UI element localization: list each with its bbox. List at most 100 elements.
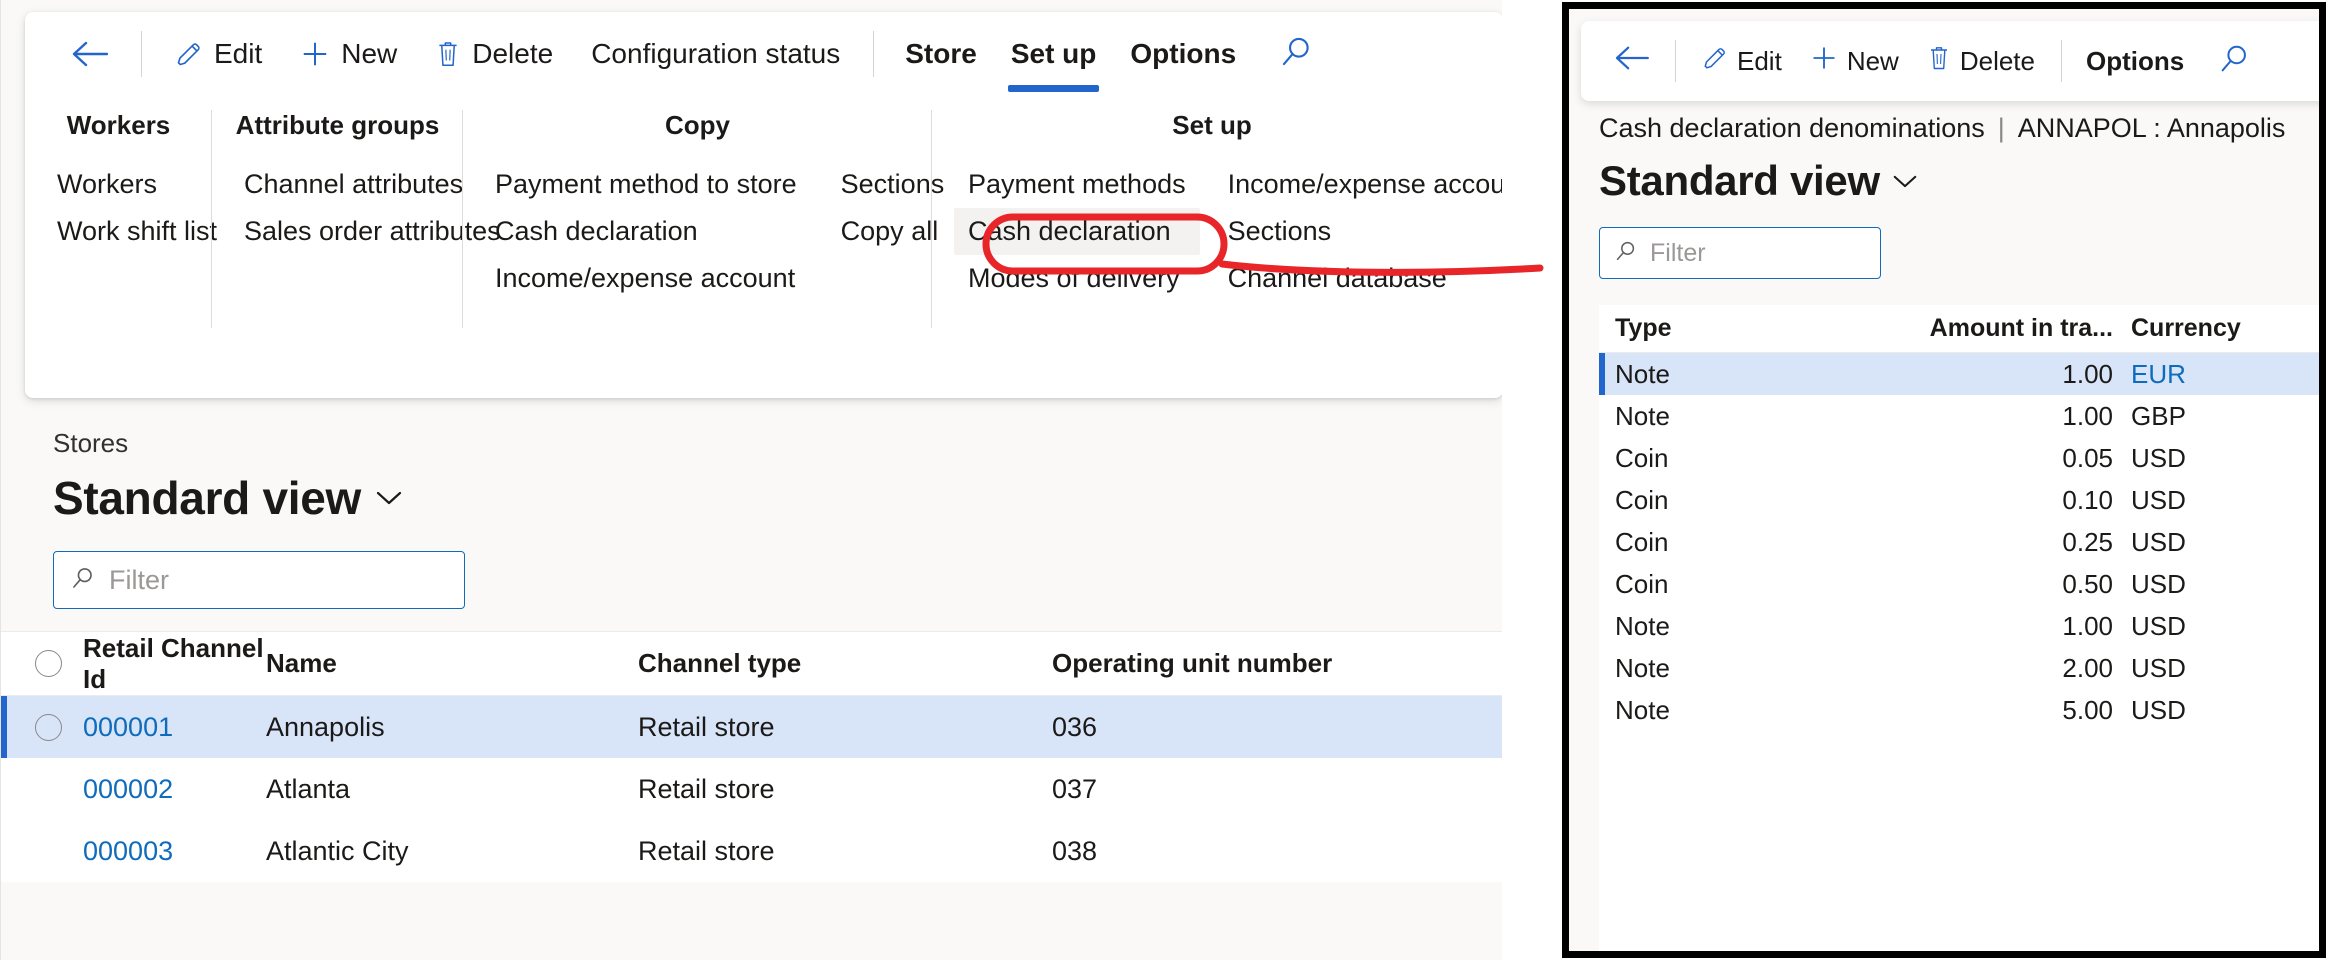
tab-options[interactable]: Options	[2074, 40, 2196, 83]
delete-button[interactable]: Delete	[1913, 38, 2049, 84]
table-row[interactable]: 000002 Atlanta Retail store 037	[1, 758, 1502, 820]
tab-set-up-label: Set up	[1011, 38, 1097, 70]
stores-filter-placeholder: Filter	[109, 565, 169, 596]
cell-currency: GBP	[2113, 401, 2273, 432]
back-button[interactable]	[51, 29, 127, 79]
edit-button[interactable]: Edit	[1688, 38, 1796, 84]
edit-label: Edit	[214, 38, 262, 70]
tab-set-up[interactable]: Set up	[994, 29, 1114, 79]
search-icon	[2218, 43, 2250, 80]
denominations-grid: Type Amount in tra... Currency Note 1.00…	[1599, 305, 2319, 951]
cell-amount: 1.00	[1897, 611, 2113, 642]
menu-item-income-expense-account[interactable]: Income/expense account	[1214, 161, 1502, 208]
stores-filter-input[interactable]: Filter	[53, 551, 465, 609]
cell-type: Coin	[1599, 485, 1897, 516]
toolbar-divider-2	[2061, 40, 2062, 82]
menu-item-copy-cash-declaration[interactable]: Cash declaration	[481, 208, 811, 255]
screenshot-root: Edit New Delete Configuration status	[0, 0, 2326, 960]
search-icon	[70, 565, 96, 596]
column-header-operating-unit-number[interactable]: Operating unit number	[1052, 648, 1352, 679]
table-row[interactable]: Coin 0.50 USD	[1599, 563, 2319, 605]
cell-channel-type: Retail store	[638, 774, 1052, 805]
table-row[interactable]: Coin 0.10 USD	[1599, 479, 2319, 521]
select-all-radio[interactable]	[1, 650, 83, 677]
plus-icon	[1810, 44, 1838, 79]
search-button[interactable]	[2218, 43, 2250, 80]
edit-button[interactable]: Edit	[156, 29, 281, 79]
cell-currency[interactable]: EUR	[2113, 359, 2273, 390]
menu-item-payment-methods[interactable]: Payment methods	[954, 161, 1200, 208]
pencil-icon	[1702, 45, 1728, 78]
delete-button[interactable]: Delete	[416, 29, 572, 79]
menu-item-channel-database[interactable]: Channel database	[1214, 255, 1502, 302]
radio-icon	[35, 714, 62, 741]
cell-retail-channel-id[interactable]: 000001	[83, 712, 266, 743]
table-row[interactable]: Note 1.00 GBP	[1599, 395, 2319, 437]
cell-name: Annapolis	[266, 712, 638, 743]
cell-channel-type: Retail store	[638, 712, 1052, 743]
cash-declaration-denominations-panel: Edit New Delete Options	[1562, 2, 2326, 958]
trash-icon	[435, 40, 461, 68]
table-row[interactable]: Note 1.00 EUR	[1599, 353, 2319, 395]
row-radio[interactable]	[1, 714, 83, 741]
stores-grid: Retail Channel Id Name Channel type Oper…	[1, 631, 1502, 882]
stores-view-selector[interactable]: Standard view	[1, 459, 1502, 525]
cell-name: Atlantic City	[266, 836, 638, 867]
cell-currency: USD	[2113, 695, 2273, 726]
cell-amount: 1.00	[1897, 401, 2113, 432]
cell-operating-unit-number: 036	[1052, 712, 1352, 743]
chevron-down-icon	[1892, 173, 1918, 190]
breadcrumb-page: Cash declaration denominations	[1599, 113, 1985, 143]
table-row[interactable]: Note 2.00 USD	[1599, 647, 2319, 689]
table-row[interactable]: 000001 Annapolis Retail store 036	[1, 696, 1502, 758]
table-row[interactable]: Coin 0.05 USD	[1599, 437, 2319, 479]
column-header-name[interactable]: Name	[266, 648, 638, 679]
cell-currency: USD	[2113, 527, 2273, 558]
cell-retail-channel-id[interactable]: 000003	[83, 836, 266, 867]
cell-currency: USD	[2113, 653, 2273, 684]
menu-group-set-up-title: Set up	[932, 110, 1492, 141]
breadcrumb: Cash declaration denominations|ANNAPOL :…	[1599, 113, 2285, 144]
menu-item-modes-of-delivery[interactable]: Modes of delivery	[954, 255, 1200, 302]
table-row[interactable]: Note 1.00 USD	[1599, 605, 2319, 647]
cell-type: Coin	[1599, 527, 1897, 558]
column-header-amount[interactable]: Amount in tra...	[1897, 314, 2113, 343]
right-filter-input[interactable]: Filter	[1599, 227, 1881, 279]
column-header-retail-channel-id[interactable]: Retail Channel Id	[83, 633, 266, 695]
cell-amount: 0.50	[1897, 569, 2113, 600]
menu-item-workers[interactable]: Workers	[43, 161, 231, 208]
configuration-status-button[interactable]: Configuration status	[572, 29, 859, 79]
new-button[interactable]: New	[281, 29, 416, 79]
menu-item-work-shift-list[interactable]: Work shift list	[43, 208, 231, 255]
table-row[interactable]: Coin 0.25 USD	[1599, 521, 2319, 563]
cell-type: Note	[1599, 359, 1897, 390]
cell-amount: 2.00	[1897, 653, 2113, 684]
cell-type: Coin	[1599, 569, 1897, 600]
delete-label: Delete	[1960, 46, 2035, 77]
tab-options-label: Options	[2086, 46, 2184, 76]
table-row[interactable]: Note 5.00 USD	[1599, 689, 2319, 731]
tab-options[interactable]: Options	[1113, 29, 1253, 79]
search-button[interactable]	[1279, 35, 1313, 74]
menu-item-sections[interactable]: Sections	[1214, 208, 1502, 255]
setup-menu-groups: Workers Workers Work shift list Attribut…	[25, 96, 1502, 386]
cell-type: Note	[1599, 695, 1897, 726]
cell-retail-channel-id[interactable]: 000002	[83, 774, 266, 805]
back-button[interactable]	[1599, 38, 1663, 84]
new-button[interactable]: New	[1796, 38, 1913, 84]
column-header-channel-type[interactable]: Channel type	[638, 648, 1052, 679]
denominations-grid-header: Type Amount in tra... Currency	[1599, 305, 2319, 353]
column-header-currency[interactable]: Currency	[2113, 314, 2273, 343]
tab-store[interactable]: Store	[888, 29, 994, 79]
menu-item-cash-declaration[interactable]: Cash declaration	[954, 208, 1200, 255]
menu-item-copy-income-expense-account[interactable]: Income/expense account	[481, 255, 811, 302]
menu-group-copy: Copy Payment method to store Cash declar…	[463, 110, 932, 386]
delete-label: Delete	[472, 38, 553, 70]
stores-grid-header: Retail Channel Id Name Channel type Oper…	[1, 632, 1502, 696]
trash-icon	[1927, 45, 1951, 78]
right-view-selector[interactable]: Standard view	[1599, 157, 1918, 205]
menu-item-payment-method-to-store[interactable]: Payment method to store	[481, 161, 811, 208]
column-header-type[interactable]: Type	[1599, 314, 1897, 343]
table-row[interactable]: 000003 Atlantic City Retail store 038	[1, 820, 1502, 882]
cell-amount: 0.10	[1897, 485, 2113, 516]
